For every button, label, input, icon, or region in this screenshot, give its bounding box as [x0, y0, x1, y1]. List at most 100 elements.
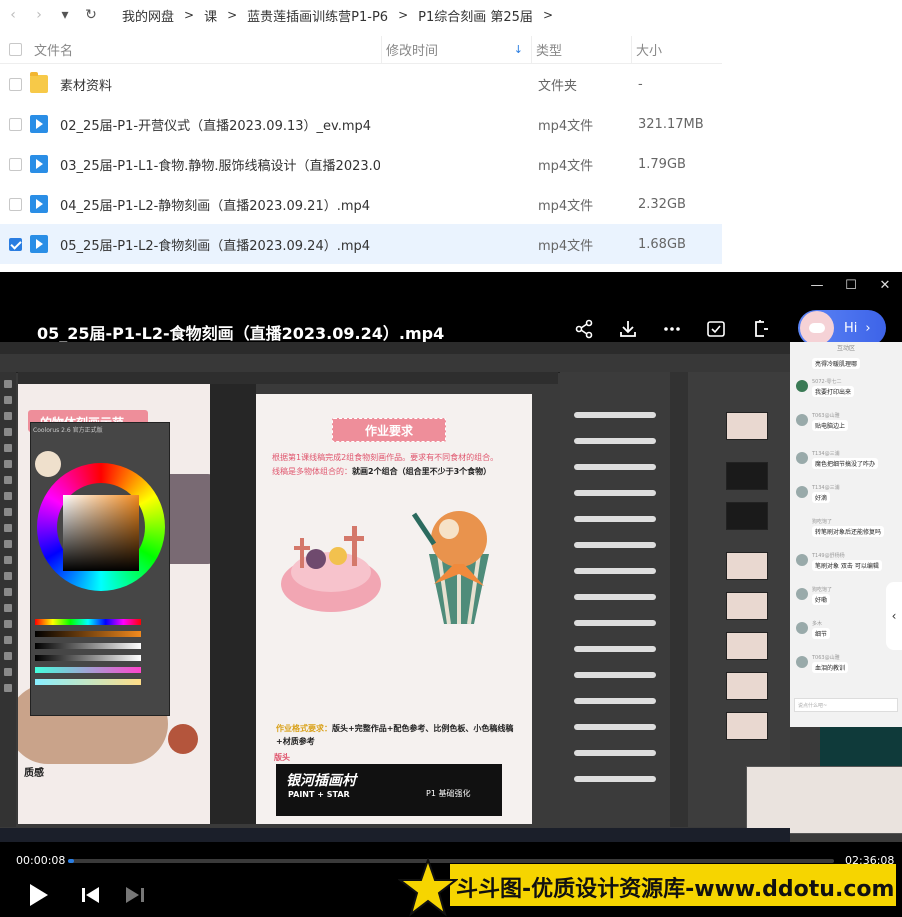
- column-header-type[interactable]: 类型: [532, 36, 632, 63]
- assistant-hi-button[interactable]: Hi ›: [798, 310, 886, 346]
- brush-stroke: [574, 750, 656, 756]
- chat-message: 5072-零七二 我要打印出来: [796, 378, 896, 404]
- brush-stroke: [574, 412, 656, 418]
- download-button[interactable]: [606, 316, 650, 342]
- chat-username: T134@三浦: [812, 451, 840, 457]
- previous-button[interactable]: [82, 887, 100, 903]
- file-name: 04_25届-P1-L2-静物刻画（直播2023.09.21）.mp4: [60, 198, 371, 214]
- breadcrumb: 我的网盘 > 课 > 蓝贵莲插画训练营P1-P6 > P1综合刻画 第25届 >: [118, 6, 559, 25]
- maximize-button[interactable]: ☐: [834, 272, 868, 298]
- column-header-type-label: 类型: [536, 44, 563, 59]
- row-checkbox[interactable]: [8, 117, 22, 131]
- chat-header: 互动区: [836, 345, 855, 352]
- tool-icon: [4, 668, 12, 676]
- color-panel-title: Coolorus 2.6 官方正式版: [33, 427, 103, 434]
- file-type: mp4文件: [538, 118, 594, 134]
- breadcrumb-item-current[interactable]: P1综合刻画 第25届: [414, 6, 537, 25]
- brush-stroke: [574, 568, 656, 574]
- screenshot-icon: [707, 321, 725, 337]
- tool-icon: [4, 396, 12, 404]
- format-label: 作业格式要求：: [276, 724, 332, 733]
- back-button[interactable]: ‹: [0, 0, 26, 30]
- chat-text: 亮得冷暖肌理哪: [812, 358, 861, 369]
- brush-stroke: [574, 438, 656, 444]
- layer-thumbnail: [726, 502, 768, 530]
- chat-avatar: [796, 588, 808, 600]
- tool-icon: [4, 380, 12, 388]
- side-panel-toggle[interactable]: ‹: [886, 582, 902, 650]
- breadcrumb-item-course[interactable]: 课: [200, 6, 221, 25]
- layer-thumbnail: [726, 712, 768, 740]
- file-size: -: [638, 76, 643, 92]
- file-manager: ‹ › ▾ ↻ 我的网盘 > 课 > 蓝贵莲插画训练营P1-P6 > P1综合刻…: [0, 0, 902, 272]
- select-all-checkbox[interactable]: [8, 43, 22, 56]
- file-row[interactable]: 02_25届-P1-开营仪式（直播2023.09.13）_ev.mp4 mp4文…: [0, 104, 722, 144]
- file-name: 02_25届-P1-开营仪式（直播2023.09.13）_ev.mp4: [60, 118, 372, 134]
- color-square: [63, 495, 139, 571]
- row-checkbox[interactable]: [8, 77, 22, 91]
- tool-icon: [4, 476, 12, 484]
- breadcrumb-separator: >: [542, 8, 553, 22]
- file-size: 1.79GB: [638, 156, 686, 172]
- breadcrumb-item-camp[interactable]: 蓝贵莲插画训练营P1-P6: [243, 6, 392, 25]
- ps-menu-bar: [0, 342, 790, 354]
- forward-button[interactable]: ›: [26, 0, 52, 30]
- row-checkbox[interactable]: [8, 197, 22, 211]
- close-button[interactable]: ✕: [868, 272, 902, 298]
- tool-icon: [4, 428, 12, 436]
- play-button[interactable]: [26, 882, 48, 908]
- chat-text: 细节: [812, 628, 831, 639]
- navigation-bar: ‹ › ▾ ↻ 我的网盘 > 课 > 蓝贵莲插画训练营P1-P6 > P1综合刻…: [0, 0, 902, 30]
- file-type: 文件夹: [538, 78, 578, 94]
- ps-canvas-gap: [210, 384, 256, 824]
- breadcrumb-separator: >: [227, 8, 238, 22]
- brightness-slider: [35, 643, 141, 649]
- chevron-right-icon: ›: [865, 320, 871, 336]
- file-row[interactable]: 素材资料 文件夹 -: [0, 64, 722, 104]
- file-row[interactable]: 04_25届-P1-L2-静物刻画（直播2023.09.21）.mp4 mp4文…: [0, 184, 722, 224]
- file-type: mp4文件: [538, 238, 594, 254]
- screenshot-button[interactable]: [694, 316, 738, 342]
- file-size: 2.32GB: [638, 196, 686, 212]
- file-type: mp4文件: [538, 198, 594, 214]
- video-file-icon: [30, 155, 48, 173]
- format-requirement: 作业格式要求：版头+完整作品+配色参考、比例色板、小色稿线稿+材质参考: [276, 722, 526, 748]
- brush-stroke: [574, 620, 656, 626]
- chat-username: T063@山雅: [812, 655, 840, 661]
- banner-title: 银河插画村: [286, 773, 356, 789]
- history-dropdown-button[interactable]: ▾: [52, 0, 78, 30]
- tool-icon: [4, 524, 12, 532]
- column-header-name[interactable]: 文件名: [30, 36, 382, 63]
- sort-desc-icon: ↓: [513, 43, 523, 56]
- star-logo-icon: [398, 858, 458, 917]
- pip-button[interactable]: [738, 316, 782, 342]
- refresh-button[interactable]: ↻: [78, 0, 104, 30]
- share-button[interactable]: [562, 316, 606, 342]
- row-checkbox[interactable]: [8, 157, 22, 171]
- requirement-title: 作业要求: [332, 418, 446, 442]
- minimize-button[interactable]: —: [800, 272, 834, 298]
- column-header-time[interactable]: 修改时间 ↓: [382, 36, 532, 63]
- row-checkbox-checked[interactable]: [8, 237, 22, 251]
- brush-stroke: [574, 516, 656, 522]
- layer-thumbnail: [726, 672, 768, 700]
- file-type: mp4文件: [538, 158, 594, 174]
- value-slider: [35, 655, 141, 661]
- more-button[interactable]: [650, 316, 694, 342]
- file-size: 321.17MB: [638, 116, 704, 132]
- chat-avatar: [796, 380, 808, 392]
- file-row-selected[interactable]: 05_25届-P1-L2-食物刻画（直播2023.09.24）.mp4 mp4文…: [0, 224, 722, 264]
- column-header-size[interactable]: 大小: [632, 36, 722, 63]
- file-row[interactable]: 03_25届-P1-L1-食物.静物.服饰线稿设计（直播2023.09.1...…: [0, 144, 722, 184]
- tool-icon: [4, 684, 12, 692]
- chat-message: T134@三浦 好滴: [796, 484, 896, 510]
- more-icon: [664, 327, 680, 331]
- next-button[interactable]: [126, 887, 144, 903]
- assistant-hi-label: Hi: [844, 320, 858, 336]
- video-frame[interactable]: 的物体刻画示范 质感 作业要求 根据第1课线稿完成2组食物刻画作品。要求有不同食…: [0, 342, 902, 842]
- pip-icon: [755, 320, 768, 337]
- chat-message: T149@舒杨杨 笔刷对象 双击 可以编辑: [796, 552, 896, 578]
- tool-icon: [4, 572, 12, 580]
- banner-label: 版头: [274, 753, 290, 762]
- breadcrumb-item-root[interactable]: 我的网盘: [118, 6, 178, 25]
